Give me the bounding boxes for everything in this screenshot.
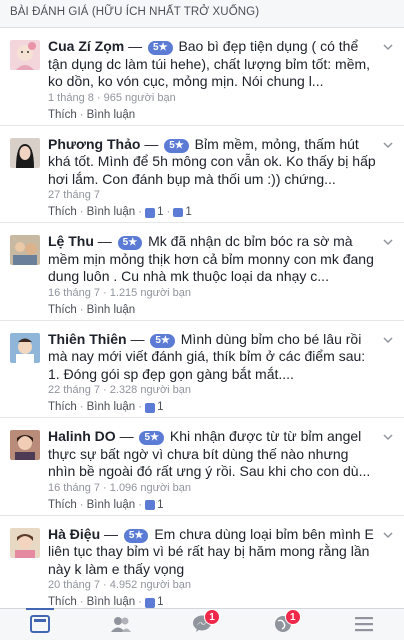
thumbs-up-icon (145, 500, 156, 510)
like-count[interactable]: 1 (145, 204, 163, 221)
reviewer-name[interactable]: Phương Thảo (48, 136, 140, 152)
reviewer-name[interactable]: Lệ Thu (48, 233, 94, 249)
review-item: Thiên Thiên — 5★ Mình dùng bỉm cho bé lâ… (0, 320, 404, 418)
rating-badge: 5★ (148, 41, 173, 55)
review-actions: Thích · Bình luận (48, 302, 378, 319)
reviewer-name[interactable]: Cua Zí Zọm (48, 38, 124, 54)
comment-link[interactable]: Bình luận (87, 302, 136, 319)
review-body: Lệ Thu — 5★ Mk đã nhận dc bỉm bóc ra sờ … (48, 233, 374, 284)
tab-news-feed[interactable] (20, 608, 60, 639)
chevron-down-icon[interactable] (382, 333, 394, 345)
tab-friends[interactable] (101, 609, 141, 639)
rating-badge: 5★ (139, 431, 164, 445)
reviewer-name[interactable]: Hà Điệu (48, 526, 100, 542)
rating-badge: 5★ (117, 236, 143, 250)
tab-messenger[interactable]: 1 (182, 609, 222, 639)
like-link[interactable]: Thích (48, 107, 77, 124)
notifications-badge: 1 (284, 609, 301, 625)
review-meta: 16 tháng 7 · 1.215 người bạn (48, 286, 192, 299)
reviews-header-title: BÀI ĐÁNH GIÁ (HỮU ÍCH NHẤT TRỞ XUỐNG) (10, 6, 260, 18)
chevron-down-icon[interactable] (382, 528, 394, 540)
chevron-down-icon[interactable] (382, 430, 394, 442)
rating-badge: 5★ (150, 333, 175, 348)
comment-count[interactable]: 1 (173, 204, 192, 221)
avatar[interactable] (10, 40, 40, 70)
friends-icon (110, 615, 132, 638)
thumbs-up-icon (145, 597, 156, 608)
like-link[interactable]: Thích (48, 302, 77, 319)
tab-notifications[interactable]: 1 (263, 609, 303, 639)
like-link[interactable]: Thích (48, 204, 77, 221)
avatar[interactable] (10, 430, 40, 460)
thumbs-up-icon (145, 402, 156, 413)
review-body: Halinh DO — 5★ Khi nhận được từ từ bỉm a… (48, 428, 371, 479)
avatar[interactable] (10, 527, 40, 558)
review-item: Halinh DO — 5★ Khi nhận được từ từ bỉm a… (0, 418, 404, 516)
news-feed-icon (30, 615, 51, 638)
like-link[interactable]: Thích (48, 399, 77, 416)
reviewer-name[interactable]: Thiên Thiên (48, 331, 127, 347)
review-body: Hà Điệu — 5★ Em chưa dùng loại bỉm bên m… (48, 525, 374, 577)
messenger-badge: 1 (203, 609, 220, 625)
chevron-down-icon[interactable] (382, 138, 394, 150)
comment-icon (173, 208, 184, 217)
review-item: Phương Thảo — 5★ Bỉm mềm, mỏng, thấm hút… (0, 125, 404, 223)
reviewer-name[interactable]: Halinh DO (48, 428, 116, 444)
review-actions: Thích · Bình luận · 1 (48, 497, 378, 514)
review-item: Hà Điệu — 5★ Em chưa dùng loại bỉm bên m… (0, 515, 404, 613)
like-link[interactable]: Thích (48, 497, 77, 514)
reviews-header: BÀI ĐÁNH GIÁ (HỮU ÍCH NHẤT TRỞ XUỐNG) (0, 0, 404, 28)
comment-link[interactable]: Bình luận (87, 497, 136, 514)
thumbs-up-icon (145, 207, 156, 218)
review-item: Lệ Thu — 5★ Mk đã nhận dc bỉm bóc ra sờ … (0, 223, 404, 321)
avatar[interactable] (10, 332, 40, 363)
tab-menu[interactable] (344, 609, 384, 639)
review-actions: Thích · Bình luận · 1 (48, 399, 378, 416)
avatar[interactable] (10, 137, 40, 168)
review-meta: 27 tháng 7 (48, 189, 100, 201)
review-item: Cua Zí Zọm — 5★ Bao bì đẹp tiện dụng ( c… (0, 28, 404, 126)
review-list: Cua Zí Zọm — 5★ Bao bì đẹp tiện dụng ( c… (0, 28, 404, 613)
bottom-tab-bar: 1 1 (0, 608, 404, 640)
comment-link[interactable]: Bình luận (87, 107, 136, 124)
menu-icon (354, 615, 374, 638)
review-body: Phương Thảo — 5★ Bỉm mềm, mỏng, thấm hút… (48, 135, 376, 187)
chevron-down-icon[interactable] (382, 40, 394, 52)
review-actions: Thích · Bình luận · 1 · 1 (48, 204, 378, 221)
review-body: Thiên Thiên — 5★ Mình dùng bỉm cho bé lâ… (48, 330, 366, 382)
review-meta: 22 tháng 7 · 2.328 người bạn (48, 384, 192, 396)
like-count[interactable]: 1 (145, 399, 163, 416)
review-meta: 1 tháng 8 · 965 người bạn (48, 91, 176, 104)
rating-badge: 5★ (123, 528, 149, 543)
rating-badge: 5★ (164, 138, 189, 153)
comment-link[interactable]: Bình luận (87, 399, 136, 416)
review-actions: Thích · Bình luận (48, 107, 378, 124)
avatar[interactable] (10, 235, 40, 265)
like-count[interactable]: 1 (145, 497, 163, 514)
active-tab-indicator (26, 608, 55, 610)
comment-link[interactable]: Bình luận (87, 204, 136, 221)
review-body: Cua Zí Zọm — 5★ Bao bì đẹp tiện dụng ( c… (48, 38, 371, 89)
review-meta: 16 tháng 7 · 1.096 người bạn (48, 481, 192, 494)
chevron-down-icon[interactable] (382, 235, 394, 247)
review-meta: 20 tháng 7 · 4.952 người bạn (48, 579, 192, 591)
